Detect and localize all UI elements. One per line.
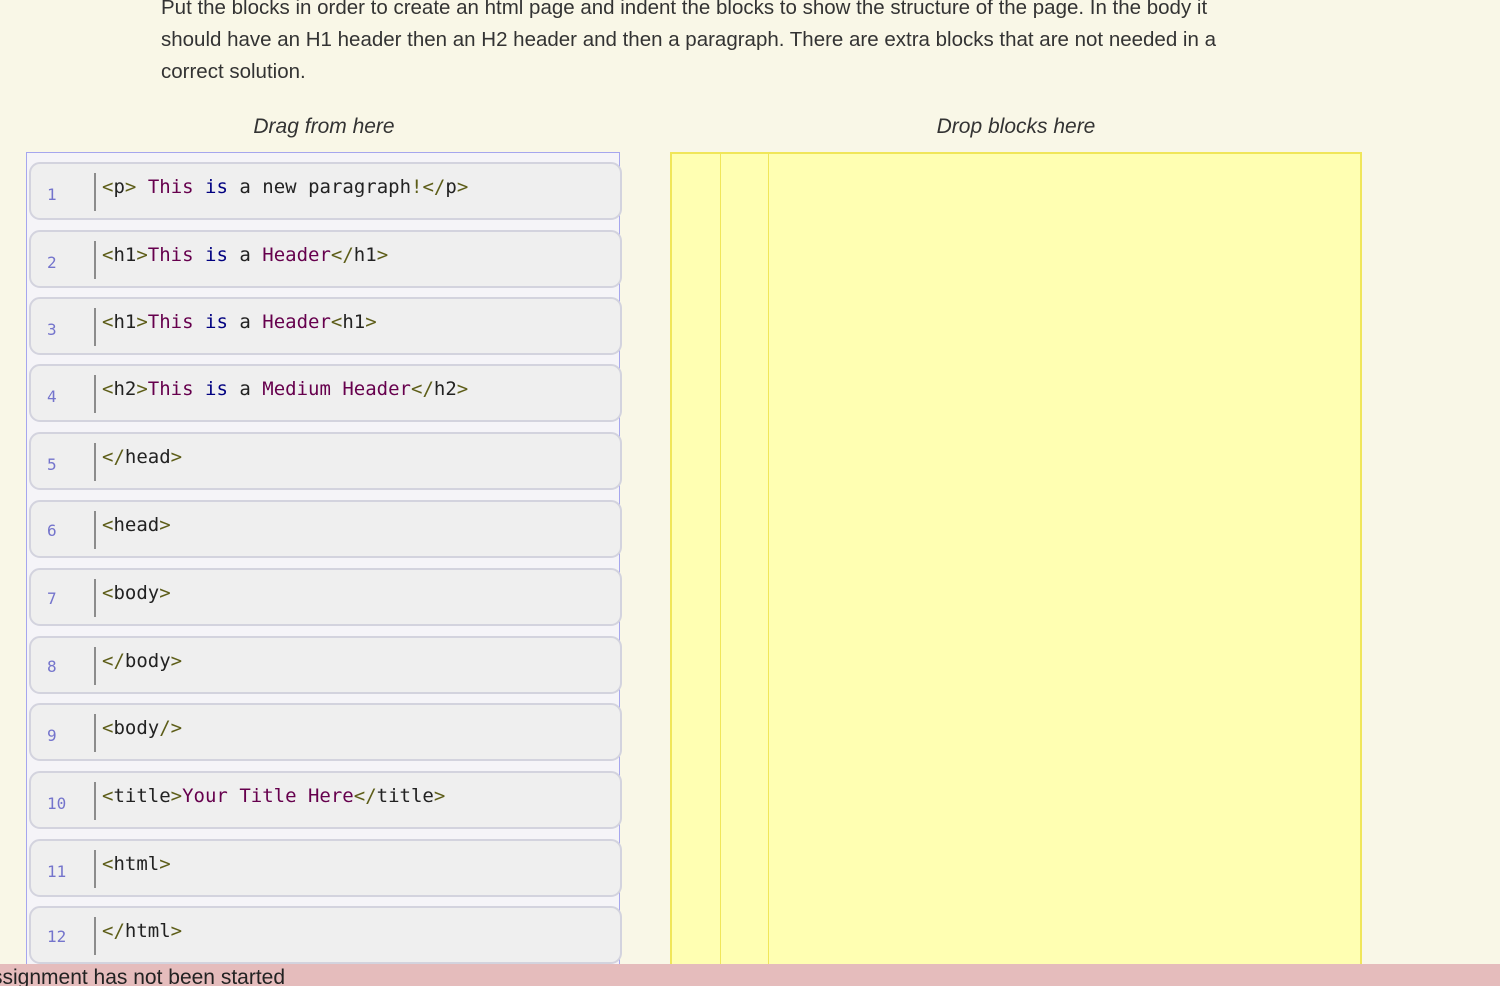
- problem-instructions: Put the blocks in order to create an htm…: [161, 0, 1216, 83]
- block-code: </html>: [102, 920, 183, 942]
- block-line-number: 4: [47, 387, 57, 406]
- assignment-status-bar: Assignment has not been started: [0, 964, 1500, 986]
- block-gutter-divider: [94, 443, 96, 481]
- code-block[interactable]: 8 </body>: [29, 636, 622, 694]
- indent-guide: [720, 154, 721, 986]
- block-gutter-divider: [94, 375, 96, 413]
- block-line-number: 9: [47, 726, 57, 745]
- block-code: <body/>: [102, 717, 183, 739]
- indent-guide: [768, 154, 769, 986]
- block-code: <title>Your Title Here</title>: [102, 785, 446, 807]
- block-gutter-divider: [94, 917, 96, 955]
- code-block[interactable]: 5 </head>: [29, 432, 622, 490]
- code-block[interactable]: 11 <html>: [29, 839, 622, 897]
- drag-area-heading: Drag from here: [253, 115, 395, 138]
- block-line-number: 11: [47, 862, 67, 881]
- block-line-number: 1: [47, 185, 57, 204]
- code-block[interactable]: 6 <head>: [29, 500, 622, 558]
- code-block[interactable]: 10 <title>Your Title Here</title>: [29, 771, 622, 829]
- assignment-status-text: Assignment has not been started: [0, 966, 286, 986]
- block-line-number: 2: [47, 253, 57, 272]
- drop-blocks-area[interactable]: [670, 152, 1362, 986]
- code-block[interactable]: 4 <h2>This is a Medium Header</h2>: [29, 364, 622, 422]
- block-line-number: 10: [47, 794, 67, 813]
- block-line-number: 12: [47, 927, 67, 946]
- block-code: <head>: [102, 514, 171, 536]
- code-block[interactable]: 9 <body/>: [29, 703, 622, 761]
- block-gutter-divider: [94, 850, 96, 888]
- block-line-number: 6: [47, 521, 57, 540]
- parsons-problem-page: Put the blocks in order to create an htm…: [0, 0, 1500, 986]
- code-block[interactable]: 2 <h1>This is a Header</h1>: [29, 230, 622, 288]
- code-block[interactable]: 7 <body>: [29, 568, 622, 626]
- block-code: <body>: [102, 582, 171, 604]
- block-gutter-divider: [94, 241, 96, 279]
- block-gutter-divider: [94, 647, 96, 685]
- block-gutter-divider: [94, 308, 96, 346]
- block-code: <p> This is a new paragraph!</p>: [102, 176, 469, 198]
- block-gutter-divider: [94, 511, 96, 549]
- block-gutter-divider: [94, 173, 96, 211]
- block-line-number: 5: [47, 455, 57, 474]
- block-line-number: 8: [47, 657, 57, 676]
- block-code: </body>: [102, 650, 183, 672]
- block-code: <h2>This is a Medium Header</h2>: [102, 378, 469, 400]
- block-code: <h1>This is a Header<h1>: [102, 311, 377, 333]
- block-gutter-divider: [94, 579, 96, 617]
- code-block[interactable]: 1 <p> This is a new paragraph!</p>: [29, 162, 622, 220]
- block-code: <html>: [102, 853, 171, 875]
- block-line-number: 3: [47, 320, 57, 339]
- code-block[interactable]: 12 </html>: [29, 906, 622, 964]
- code-block[interactable]: 3 <h1>This is a Header<h1>: [29, 297, 622, 355]
- block-gutter-divider: [94, 714, 96, 752]
- block-line-number: 7: [47, 589, 57, 608]
- block-gutter-divider: [94, 782, 96, 820]
- block-code: </head>: [102, 446, 183, 468]
- drop-area-heading: Drop blocks here: [936, 115, 1096, 138]
- block-code: <h1>This is a Header</h1>: [102, 244, 389, 266]
